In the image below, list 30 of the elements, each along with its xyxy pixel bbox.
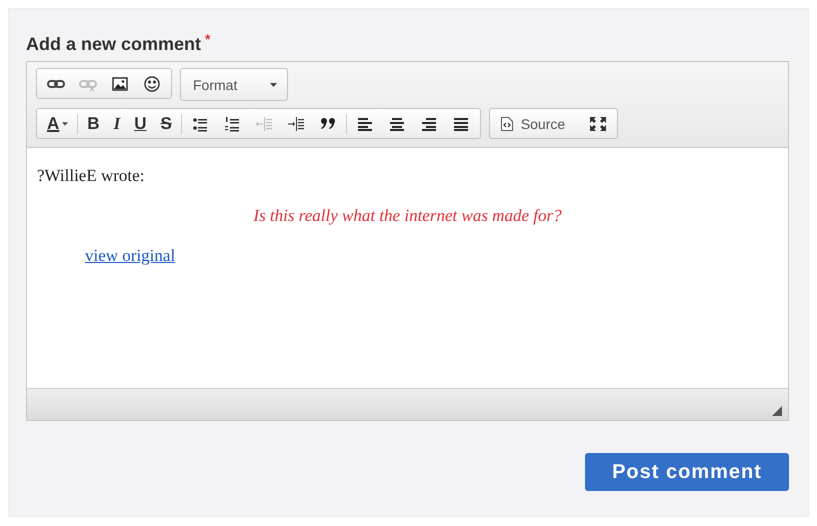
form-label: Add a new comment [26, 34, 202, 54]
justify-icon [452, 116, 470, 132]
caret-icon [62, 122, 68, 126]
outdent-icon [254, 116, 273, 132]
editor-content[interactable]: ?WillieE wrote: Is this really what the internet was made for? view original [27, 148, 788, 388]
align-left-icon [356, 116, 374, 132]
caret-icon [270, 82, 277, 86]
image-icon [111, 76, 129, 92]
align-center-icon [388, 116, 406, 132]
document-icon [500, 116, 514, 132]
quote-author-line: ?WillieE wrote: [37, 166, 146, 186]
source-button[interactable]: Source [492, 110, 582, 136]
indent-icon [286, 116, 305, 132]
numbered-list-icon [222, 116, 241, 132]
textcolor-button[interactable]: A [40, 110, 76, 136]
bulleted-list-icon [190, 116, 209, 132]
quoted-text: Is this really what the internet was made for? [252, 206, 563, 226]
strike-button[interactable]: S [153, 110, 179, 136]
view-original-link[interactable]: view original [85, 246, 176, 265]
format-dropdown[interactable]: Format [180, 68, 288, 101]
italic-button[interactable]: I [106, 110, 128, 136]
required-mark: * [205, 31, 210, 47]
smiley-icon [143, 76, 161, 92]
bold-button[interactable]: B [80, 110, 107, 136]
post-comment-button[interactable]: Post comment [585, 453, 789, 491]
maximize-icon [589, 116, 608, 132]
resize-handle-icon[interactable] [772, 406, 782, 416]
quote-marks-icon [318, 116, 337, 132]
align-right-icon [420, 116, 438, 132]
underline-button[interactable]: U [127, 110, 154, 136]
